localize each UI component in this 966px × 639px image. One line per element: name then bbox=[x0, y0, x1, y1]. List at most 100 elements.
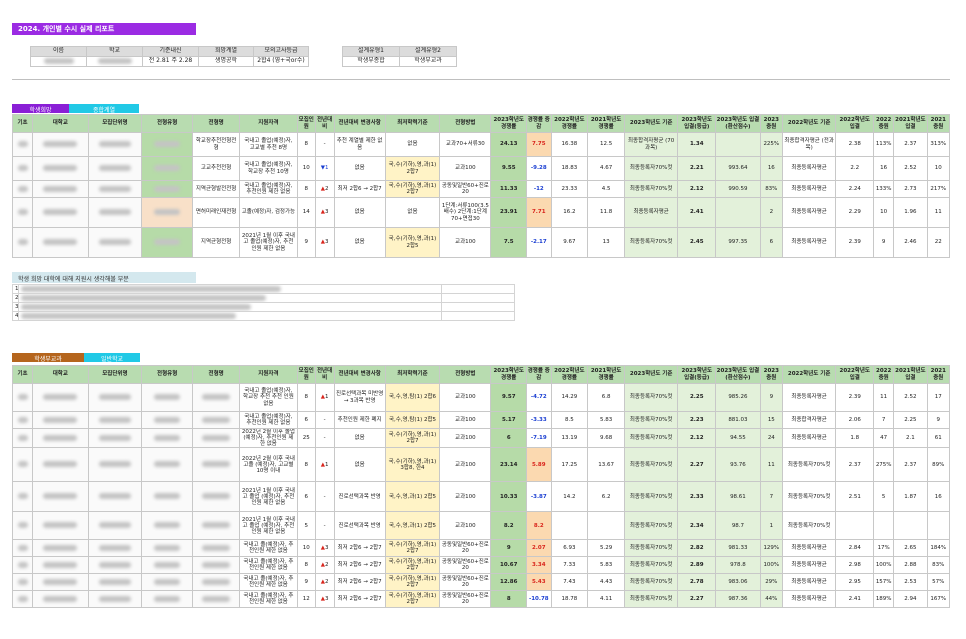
fill-2021: 184% bbox=[926, 539, 951, 558]
redacted-text bbox=[154, 185, 181, 192]
recruit-count: 12 bbox=[296, 590, 316, 609]
competition-2021: 4.11 bbox=[587, 590, 625, 609]
redacted-text bbox=[202, 461, 231, 468]
redacted-text bbox=[154, 493, 181, 500]
prev-year-delta: - bbox=[314, 411, 335, 429]
column-header: 전형방법 bbox=[439, 365, 492, 384]
notes-extra[interactable] bbox=[441, 311, 515, 321]
redacted-text bbox=[17, 434, 28, 441]
recruit-count: 6 bbox=[296, 411, 316, 429]
change-notes: 없음 bbox=[333, 197, 386, 228]
notes-text[interactable] bbox=[18, 284, 442, 294]
prev-year-delta: ▲1 bbox=[314, 447, 335, 483]
table-row: 국내고 졸(예정)자, 추천인원 제한 없음 10 ▲3 최저 2합6 → 2합7 국,… bbox=[11, 539, 951, 558]
result-basis-2022: 최종합격자평균 bbox=[781, 411, 837, 429]
competition-2023: 24.13 bbox=[490, 132, 528, 157]
competition-2022: 9.67 bbox=[550, 227, 589, 258]
notes-extra[interactable] bbox=[441, 293, 515, 303]
competition-2022: 6.93 bbox=[550, 539, 589, 558]
column-header: 전년대비 bbox=[314, 365, 335, 384]
blurred-cell bbox=[87, 132, 143, 157]
blurred-cell bbox=[141, 511, 194, 541]
column-header: 2023 충원 bbox=[759, 114, 783, 133]
fill-2021: 17 bbox=[926, 383, 951, 412]
eligibility: 국내고 졸(예정)자, 추천인원 제한 없음 bbox=[238, 590, 298, 609]
delta-value: 2 bbox=[324, 562, 329, 569]
result-score-2023: 993.64 bbox=[715, 156, 761, 181]
eligibility: 국내고 졸(예정)자, 추천인원 제한 없음 bbox=[238, 539, 298, 558]
blurred-cell bbox=[11, 197, 34, 228]
prev-year-delta: - bbox=[314, 481, 335, 513]
table-row: 국내고 졸업(예정)자, 추천인원 제한 없음 6- 추천인원 제한 폐지 국,수,영… bbox=[11, 411, 951, 429]
blurred-cell bbox=[192, 427, 240, 449]
notes-text[interactable] bbox=[18, 311, 442, 321]
column-header: 2022학년도 입결 bbox=[835, 365, 875, 384]
blurred-cell bbox=[32, 590, 89, 609]
fill-2021: 167% bbox=[926, 590, 951, 609]
blurred-cell bbox=[192, 556, 240, 575]
blurred-cell bbox=[141, 447, 194, 483]
table-row: 면허미래인재전형 고졸(예정)자, 검정가능 14 ▲3 없음 없음 1단계:서류100(3… bbox=[11, 197, 951, 228]
section1-tag-left: 학생희망 bbox=[12, 104, 69, 114]
redacted-text bbox=[17, 493, 28, 500]
prev-year-delta: ▼1 bbox=[314, 156, 335, 181]
competition-delta: 3.34 bbox=[526, 556, 552, 575]
delta-value: - bbox=[323, 435, 326, 442]
competition-2023: 10.33 bbox=[490, 481, 528, 513]
redacted-text bbox=[17, 165, 28, 172]
redacted-text bbox=[98, 493, 131, 500]
blurred-cell bbox=[87, 573, 143, 592]
redacted-text bbox=[17, 561, 28, 568]
redacted-text bbox=[43, 561, 78, 568]
selection-method: 공동및일반60+진로20 bbox=[439, 590, 492, 609]
prev-year-delta: - bbox=[314, 132, 335, 157]
report-title: 2024. 개인별 수시 실제 리포트 bbox=[12, 23, 196, 35]
blurred-cell bbox=[11, 383, 34, 412]
eligibility: 2021년 1월 이후 국내고 졸업 (예정)자, 추천 인원 제한 없음 bbox=[238, 511, 298, 541]
selection-method: 교과100 bbox=[439, 411, 492, 429]
admission-type-name: 지역균형전형 bbox=[192, 227, 240, 258]
blurred-cell bbox=[87, 539, 143, 558]
redacted-text bbox=[21, 285, 281, 292]
eligibility: 국내고 졸업(예정)자, 추천인원 제한 없음 bbox=[238, 180, 298, 198]
competition-delta: -3.87 bbox=[526, 481, 552, 513]
blurred-cell bbox=[141, 197, 194, 228]
result-2021: 2.65 bbox=[893, 539, 928, 558]
competition-2022 bbox=[550, 511, 589, 541]
competition-delta: 5.89 bbox=[526, 447, 552, 483]
info-gpa-value: 전 2.81 주 2.28 bbox=[142, 56, 199, 67]
result-basis-2023: 최종등록자70%컷 bbox=[623, 573, 679, 592]
fill-2022: 189% bbox=[873, 590, 895, 609]
fill-2021: 313% bbox=[926, 132, 951, 157]
column-header: 대학교 bbox=[32, 114, 89, 133]
redacted-text bbox=[43, 141, 78, 148]
section-divider bbox=[12, 79, 950, 80]
redacted-text bbox=[17, 595, 28, 602]
result-grade-2023: 2.33 bbox=[677, 481, 717, 513]
notes-text[interactable] bbox=[18, 293, 442, 303]
blurred-cell bbox=[87, 383, 143, 412]
notes-extra[interactable] bbox=[441, 302, 515, 312]
minimum-criteria: 국,수(기하),영,과(1) 2합7 bbox=[384, 156, 441, 181]
result-2021: 2.53 bbox=[893, 573, 928, 592]
notes-extra[interactable] bbox=[441, 284, 515, 294]
recruit-count: 10 bbox=[296, 539, 316, 558]
eligibility: 국내고 졸업(예정)자, 고교별 추천 8명 bbox=[238, 132, 298, 157]
redacted-text bbox=[21, 303, 251, 310]
competition-2022: 14.29 bbox=[550, 383, 589, 412]
fill-2022: 9 bbox=[873, 227, 895, 258]
result-grade-2023: 2.27 bbox=[677, 447, 717, 483]
eligibility: 2021년 1월 이후 국내고 졸업(예정)자, 추천인원 제한 없음 bbox=[238, 227, 298, 258]
redacted-text bbox=[17, 461, 28, 468]
fill-2023: 16 bbox=[759, 156, 783, 181]
competition-2023: 7.5 bbox=[490, 227, 528, 258]
blurred-cell bbox=[11, 227, 34, 258]
competition-delta: -4.72 bbox=[526, 383, 552, 412]
blurred-cell bbox=[32, 481, 89, 513]
notes-text[interactable] bbox=[18, 302, 442, 312]
redacted-text bbox=[98, 544, 131, 551]
fill-2021: 89% bbox=[926, 447, 951, 483]
blurred-cell bbox=[141, 180, 194, 198]
redacted-text bbox=[98, 522, 131, 529]
minimum-criteria: 국,수,영,탐(1) 2합5 bbox=[384, 411, 441, 429]
